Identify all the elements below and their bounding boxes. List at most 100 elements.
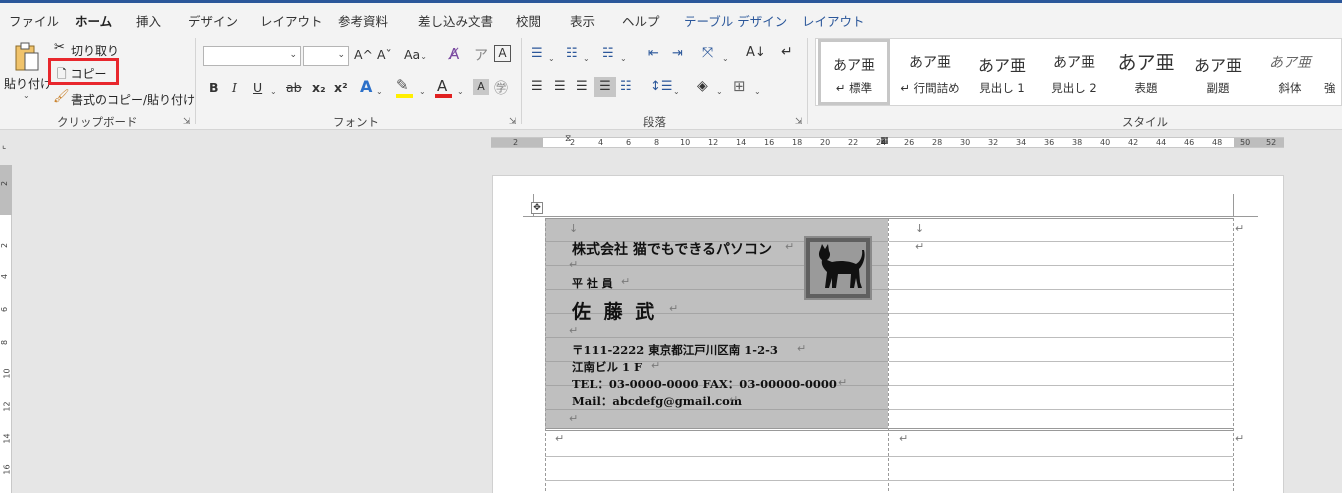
- ruler-number: 38: [1072, 138, 1083, 147]
- tab-insert[interactable]: 挿入: [136, 11, 161, 30]
- change-case-button[interactable]: Aa⌄: [404, 47, 427, 62]
- ruler-number: 46: [1184, 138, 1195, 147]
- tab-home[interactable]: ホーム: [72, 11, 115, 37]
- tab-view[interactable]: 表示: [570, 11, 595, 30]
- tab-file[interactable]: ファイル: [9, 11, 59, 30]
- copy-button[interactable]: コピー: [70, 67, 106, 81]
- column-marker-icon[interactable]: ▦: [880, 136, 889, 146]
- char-border-icon[interactable]: A: [494, 45, 511, 62]
- indent-marker-icon[interactable]: ⧖: [565, 134, 571, 144]
- chevron-down-icon[interactable]: ⌄: [716, 82, 723, 97]
- chevron-down-icon[interactable]: ⌄: [620, 49, 627, 64]
- table-border: [545, 430, 1233, 431]
- styles-gallery: あア亜 ↵ 標準 あア亜 ↵ 行間詰め あア亜 見出し 1 あア亜 見出し 2 …: [815, 38, 1342, 106]
- align-left-icon[interactable]: ☰: [531, 79, 543, 94]
- text-effects-icon[interactable]: A: [360, 77, 372, 96]
- chevron-down-icon[interactable]: ⌄: [270, 82, 277, 97]
- paragraph-mark: ↵: [915, 240, 925, 253]
- chevron-down-icon[interactable]: ⌄: [419, 82, 426, 97]
- multilevel-list-icon[interactable]: ☵: [602, 46, 614, 61]
- distributed-icon[interactable]: ☷: [620, 79, 632, 94]
- vertical-ruler[interactable]: 2 2 4 6 8 10 12 14 16: [0, 165, 12, 493]
- tab-mailings[interactable]: 差し込み文書: [418, 11, 493, 30]
- grow-font-button[interactable]: A^: [354, 47, 373, 62]
- paste-button[interactable]: 貼り付け: [4, 75, 52, 92]
- style-title[interactable]: あア亜 表題: [1110, 39, 1182, 105]
- align-right-icon[interactable]: ☰: [576, 79, 588, 94]
- style-subtitle[interactable]: あア亜 副題: [1182, 39, 1254, 105]
- copy-button-highlight[interactable]: 🗋 コピー: [48, 58, 119, 85]
- highlight-color-bar: [396, 94, 413, 98]
- ruler-number: 52: [1266, 138, 1277, 147]
- paste-dropdown-icon[interactable]: ⌄: [23, 91, 30, 100]
- chevron-down-icon[interactable]: ⌄: [754, 82, 761, 97]
- phonetic-guide-icon[interactable]: ア: [474, 45, 488, 65]
- cut-button[interactable]: 切り取り: [71, 42, 119, 59]
- document-page[interactable]: ✥ ↓ ↓ ↵ ↵ ↵ ↵ ↵ 株式会社 猫でもできるパソコン ↵ ↵ 平 社 …: [492, 175, 1284, 493]
- ruler-number: 14: [736, 138, 747, 147]
- font-size-select[interactable]: ⌄: [303, 46, 349, 66]
- character-scaling-icon[interactable]: ⤧: [702, 45, 713, 61]
- style-heading-2[interactable]: あア亜 見出し 2: [1038, 39, 1110, 105]
- sort-icon[interactable]: A↓: [746, 45, 766, 60]
- ruler-number: 2: [0, 180, 10, 187]
- style-normal[interactable]: あア亜 ↵ 標準: [818, 39, 890, 105]
- borders-icon[interactable]: ⊞: [733, 77, 746, 95]
- tab-table-layout[interactable]: レイアウト: [802, 11, 865, 30]
- ruler-number: 16: [764, 138, 775, 147]
- numbering-icon[interactable]: ☷: [566, 46, 578, 61]
- bold-button[interactable]: B: [209, 80, 219, 95]
- style-strong[interactable]: 強: [1324, 39, 1342, 105]
- style-no-spacing[interactable]: あア亜 ↵ 行間詰め: [894, 39, 966, 105]
- subscript-button[interactable]: x₂: [312, 80, 326, 95]
- font-color-icon[interactable]: A: [437, 77, 447, 95]
- tab-help[interactable]: ヘルプ: [622, 11, 660, 30]
- ruler-number: 26: [904, 138, 915, 147]
- chevron-down-icon[interactable]: ⌄: [673, 82, 680, 97]
- chevron-down-icon[interactable]: ⌄: [583, 49, 590, 64]
- bullets-icon[interactable]: ☰: [531, 46, 543, 61]
- format-painter-button[interactable]: 書式のコピー/貼り付け: [71, 91, 195, 108]
- ruler-number: 22: [848, 138, 859, 147]
- tab-table-design[interactable]: テーブル デザイン: [684, 11, 787, 30]
- chevron-down-icon[interactable]: ⌄: [548, 49, 555, 64]
- margin-guide: [523, 216, 1258, 217]
- font-launcher-icon[interactable]: ⇲: [509, 117, 517, 127]
- tab-selector-icon[interactable]: ⌞: [2, 141, 11, 151]
- show-formatting-icon[interactable]: ↵: [781, 44, 793, 60]
- line-spacing-icon[interactable]: ↕☰: [650, 79, 673, 94]
- tab-layout[interactable]: レイアウト: [260, 11, 323, 30]
- cat-logo-frame[interactable]: [804, 236, 872, 300]
- ruler-number: 40: [1100, 138, 1111, 147]
- shading-icon[interactable]: ◈: [697, 78, 708, 94]
- clipboard-launcher-icon[interactable]: ⇲: [183, 117, 191, 127]
- tab-references[interactable]: 参考資料: [338, 11, 388, 30]
- paragraph-launcher-icon[interactable]: ⇲: [795, 117, 803, 127]
- chevron-down-icon[interactable]: ⌄: [376, 82, 383, 97]
- char-shading-icon[interactable]: A: [473, 79, 489, 95]
- justify-icon[interactable]: ☰: [594, 77, 616, 97]
- horizontal-ruler[interactable]: 2 2 4 6 8 10 12 14 16 18 20 22 24 26 28 …: [491, 134, 1284, 148]
- superscript-button[interactable]: x²: [334, 80, 348, 95]
- underline-button[interactable]: U: [253, 80, 262, 95]
- shrink-font-button[interactable]: Aˇ: [377, 47, 392, 62]
- align-center-icon[interactable]: ☰: [554, 79, 566, 94]
- clear-format-icon[interactable]: A̸: [449, 45, 459, 63]
- strikethrough-button[interactable]: ab: [286, 80, 302, 95]
- ruler-number: 12: [708, 138, 719, 147]
- gridline: [889, 361, 1233, 362]
- chevron-down-icon[interactable]: ⌄: [722, 49, 729, 64]
- chevron-down-icon[interactable]: ⌄: [457, 82, 464, 97]
- font-name-select[interactable]: ⌄: [203, 46, 301, 66]
- highlighter-icon[interactable]: ✎: [396, 76, 409, 94]
- increase-indent-icon[interactable]: ⇥: [672, 46, 683, 61]
- decrease-indent-icon[interactable]: ⇤: [648, 46, 659, 61]
- style-emphasis[interactable]: あア亜 斜体: [1254, 39, 1326, 105]
- style-heading-1[interactable]: あア亜 見出し 1: [966, 39, 1038, 105]
- paste-icon[interactable]: [14, 42, 40, 72]
- italic-button[interactable]: I: [232, 80, 237, 95]
- tab-design[interactable]: デザイン: [188, 11, 238, 30]
- tab-review[interactable]: 校閲: [516, 11, 541, 30]
- table-move-handle-icon[interactable]: ✥: [531, 202, 543, 214]
- enclose-chars-icon[interactable]: ㊫: [494, 78, 508, 98]
